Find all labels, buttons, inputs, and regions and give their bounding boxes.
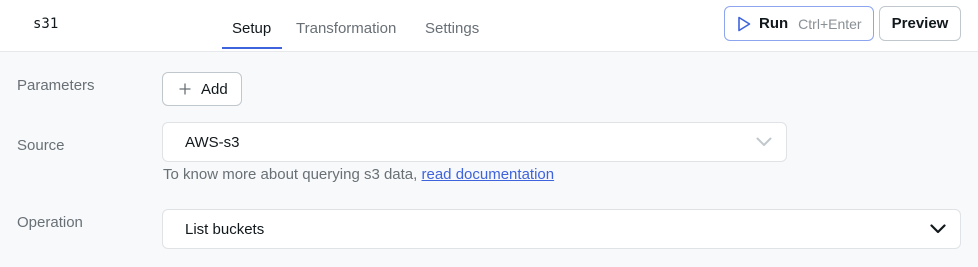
read-documentation-link[interactable]: read documentation bbox=[422, 166, 555, 183]
chevron-down-icon bbox=[930, 224, 946, 234]
run-button-label: Run bbox=[759, 15, 789, 32]
add-button-label: Add bbox=[201, 80, 228, 98]
play-icon bbox=[738, 16, 751, 31]
tab-transformation[interactable]: Transformation bbox=[296, 19, 396, 50]
add-parameter-button[interactable]: Add bbox=[162, 72, 242, 106]
preview-button[interactable]: Preview bbox=[879, 6, 961, 41]
operation-label: Operation bbox=[17, 214, 83, 231]
run-shortcut-hint: Ctrl+Enter bbox=[798, 15, 862, 32]
query-name[interactable]: s31 bbox=[33, 16, 58, 32]
tab-settings[interactable]: Settings bbox=[425, 19, 479, 50]
query-header: s31 Setup Transformation Settings Run Ct… bbox=[0, 0, 978, 52]
tab-setup[interactable]: Setup bbox=[232, 19, 271, 50]
source-help-text: To know more about querying s3 data, rea… bbox=[163, 166, 554, 183]
source-select-value: AWS-s3 bbox=[185, 133, 240, 151]
source-label: Source bbox=[17, 137, 65, 154]
operation-select-value: List buckets bbox=[185, 220, 265, 238]
chevron-down-icon bbox=[756, 137, 772, 146]
help-text: To know more about querying s3 data, bbox=[163, 166, 422, 183]
operation-select[interactable]: List buckets bbox=[162, 209, 961, 249]
active-tab-indicator bbox=[222, 47, 282, 49]
plus-icon bbox=[179, 83, 191, 95]
source-select[interactable]: AWS-s3 bbox=[162, 122, 787, 162]
run-button[interactable]: Run Ctrl+Enter bbox=[724, 6, 874, 41]
parameters-label: Parameters bbox=[17, 77, 95, 94]
